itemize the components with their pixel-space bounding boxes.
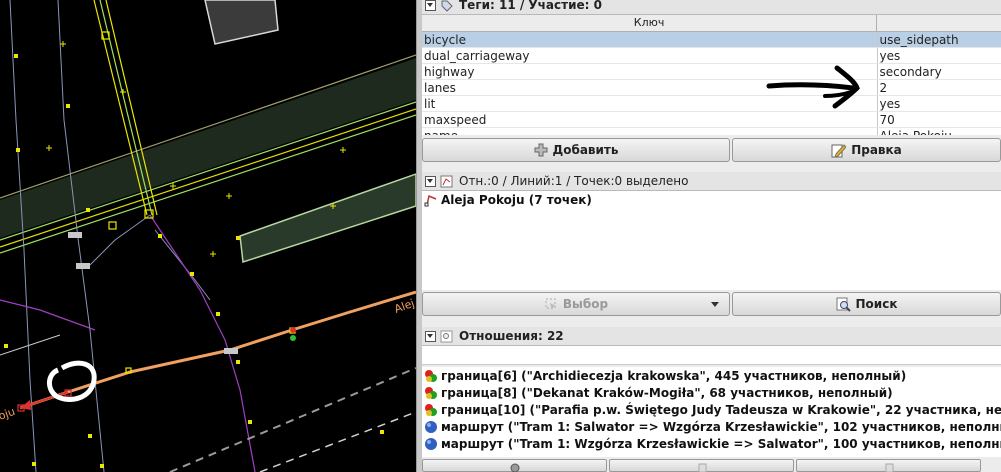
tag-key-cell[interactable]: bicycle [422, 32, 878, 48]
relation-edit-button[interactable] [422, 459, 607, 472]
tag-value-cell[interactable]: Aleja Pokoju [877, 127, 1001, 135]
search-button-label: Поиск [855, 297, 898, 311]
collapse-icon[interactable] [425, 330, 436, 342]
edit-icon [831, 143, 847, 158]
collapse-icon[interactable] [425, 0, 436, 11]
relations-toolbar [422, 459, 1001, 472]
edit-tag-button[interactable]: Правка [732, 138, 1001, 162]
boundary-icon [425, 369, 437, 382]
tag-row[interactable]: dual_carriageway yes [422, 47, 1001, 64]
relations-panel-header[interactable]: Отношения: 22 [422, 327, 1001, 346]
building [204, 0, 279, 45]
tags-table[interactable]: Ключ bicycle use_sidepath dual_carriageway… [422, 15, 1001, 135]
way-icon [424, 194, 437, 206]
street-label-left: oju [0, 405, 17, 423]
selection-list[interactable]: Aleja Pokoju (7 точек) [422, 191, 1001, 290]
side-panels: Теги: 11 / Участие: 0 Ключ bicycle use_si… [422, 0, 1001, 472]
column-header-key[interactable]: Ключ [422, 15, 878, 31]
route-icon [425, 420, 437, 433]
relation-list-item[interactable]: маршрут ("Tram 1: Salwator => Wzgórza Kr… [422, 418, 1001, 435]
tag-value-cell[interactable]: yes [877, 95, 1001, 112]
relation-icon [440, 330, 453, 342]
selection-item-label: Aleja Pokoju (7 точек) [441, 192, 592, 207]
tag-value-cell[interactable]: use_sidepath [877, 32, 1001, 48]
relation-delete-button[interactable] [796, 459, 981, 472]
tag-key-cell[interactable]: name [422, 127, 878, 135]
relation-list-item[interactable]: граница[10] ("Parafia p.w. Świętego Judy… [422, 401, 1001, 418]
list-item[interactable]: Aleja Pokoju (7 точек) [422, 191, 1001, 208]
relation-list-item[interactable]: граница[6] ("Archidiecezja krakowska", 4… [422, 367, 1001, 384]
boundary-icon [425, 386, 437, 399]
selection-panel-header[interactable]: Отн.:0 / Линий:1 / Точек:0 выделено [422, 172, 1001, 191]
tags-panel-header[interactable]: Теги: 11 / Участие: 0 [422, 0, 1001, 15]
selection-icon [440, 175, 453, 187]
select-button[interactable]: Выбор [422, 292, 730, 316]
selection-panel-title: Отн.:0 / Линий:1 / Точек:0 выделено [459, 174, 689, 188]
arrow-annotation [766, 65, 860, 109]
tag-row[interactable]: lanes 2 [422, 79, 1001, 96]
select-button-label: Выбор [562, 297, 609, 311]
relation-label: граница[10] ("Parafia p.w. Świętego Judy… [441, 402, 1001, 417]
tag-row[interactable]: highway secondary [422, 63, 1001, 80]
relation-list-item[interactable]: граница[8] ("Dekanat Kraków-Mogiła", 68 … [422, 384, 1001, 401]
boundary-icon [425, 403, 437, 416]
selected-way [19, 290, 416, 410]
edit-tag-label: Правка [851, 143, 902, 157]
route-icon [425, 437, 437, 450]
document-icon [885, 463, 893, 472]
tag-value-cell[interactable]: yes [877, 47, 1001, 64]
relations-filter-bar[interactable] [422, 346, 1001, 365]
document-icon [698, 463, 706, 472]
relation-members-button[interactable] [609, 459, 794, 472]
relation-list-item[interactable]: маршрут ("Tram 1: Wzgórza Krzesławickie … [422, 435, 1001, 452]
map-view[interactable]: Alej oju [0, 0, 416, 472]
tag-value-cell[interactable]: 70 [877, 111, 1001, 128]
tags-panel-title: Теги: 11 / Участие: 0 [459, 0, 602, 12]
gear-icon [510, 463, 519, 472]
relation-label: граница[8] ("Dekanat Kraków-Mogiła", 68 … [441, 385, 893, 400]
relations-panel-title: Отношения: 22 [459, 329, 564, 343]
tag-row[interactable]: lit yes [422, 95, 1001, 112]
column-header-value[interactable] [877, 15, 1001, 31]
add-tag-label: Добавить [552, 143, 619, 157]
relation-label: маршрут ("Tram 1: Wzgórza Krzesławickie … [441, 436, 1001, 451]
chevron-down-icon[interactable] [711, 302, 719, 307]
relations-list[interactable]: граница[6] ("Archidiecezja krakowska", 4… [422, 367, 1001, 457]
plus-icon [534, 143, 548, 157]
relation-label: маршрут ("Tram 1: Salwator => Wzgórza Kr… [441, 419, 1001, 434]
relation-label: граница[6] ("Archidiecezja krakowska", 4… [441, 368, 907, 383]
search-icon [836, 297, 851, 312]
tag-icon [441, 0, 453, 12]
add-tag-button[interactable]: Добавить [422, 138, 730, 162]
tag-row[interactable]: bicycle use_sidepath [422, 32, 1001, 48]
tag-row[interactable]: nameAleja Pokoju [422, 127, 1001, 135]
tag-key-cell[interactable]: maxspeed [422, 111, 878, 128]
search-button[interactable]: Поиск [732, 292, 1001, 316]
tag-row[interactable]: maxspeed 70 [422, 111, 1001, 128]
tag-value-cell[interactable]: 2 [877, 79, 1001, 96]
collapse-icon[interactable] [425, 175, 436, 187]
tag-value-cell[interactable]: secondary [877, 63, 1001, 80]
select-icon [545, 298, 556, 310]
highlight-circle [47, 360, 97, 402]
building [239, 173, 416, 263]
